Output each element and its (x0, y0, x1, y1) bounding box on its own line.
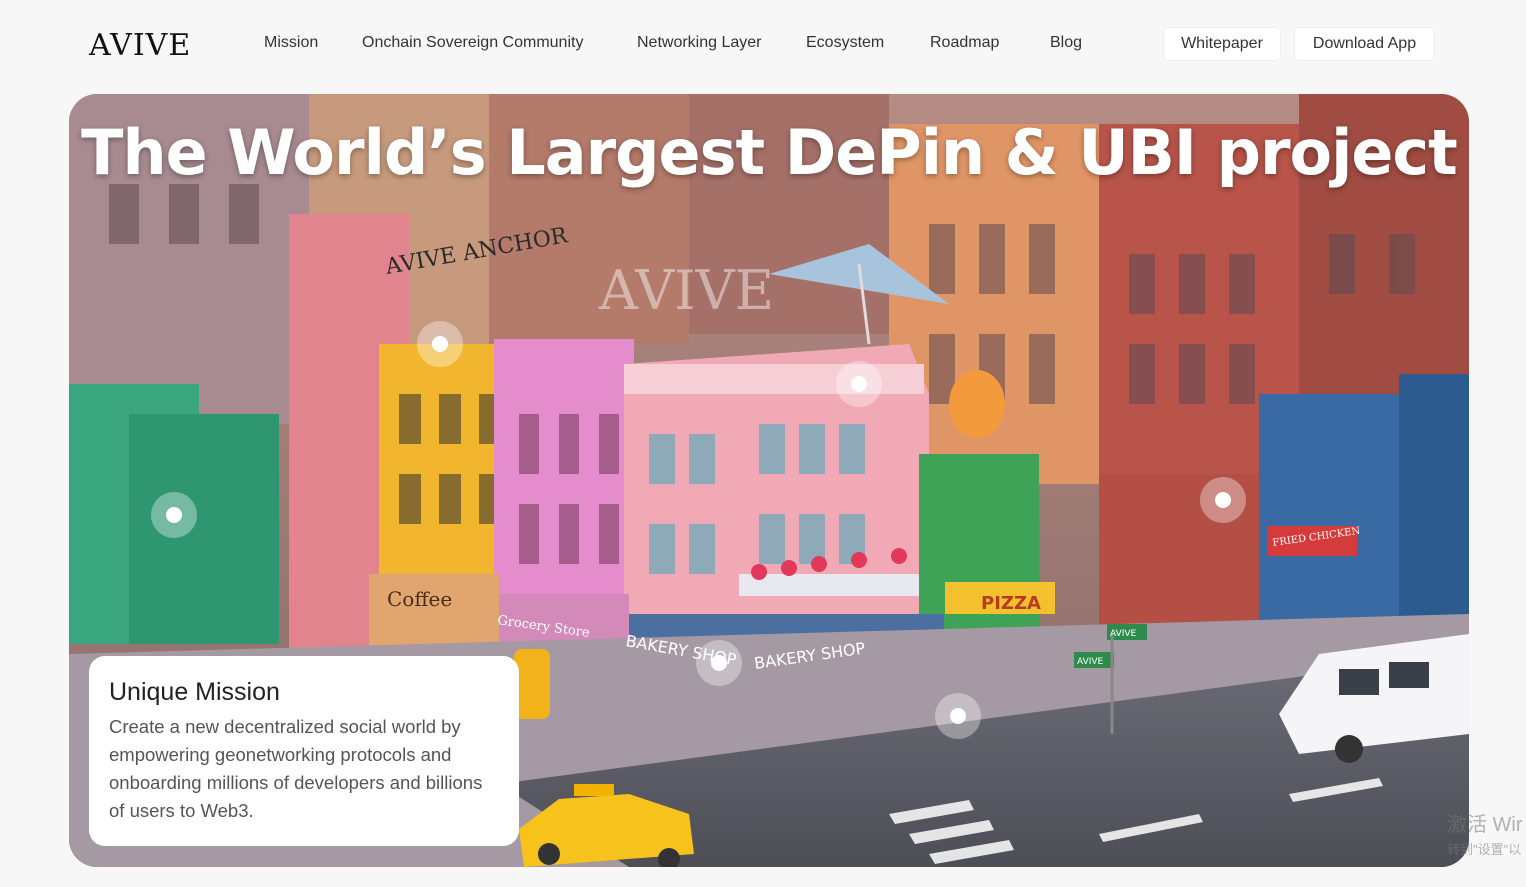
watermark-line-2: 转到"设置"以 (1447, 842, 1522, 857)
nav-onchain-community[interactable]: Onchain Sovereign Community (362, 34, 583, 52)
os-activation-watermark: 激活 Wir 转到"设置"以 (1447, 808, 1523, 858)
watermark-line-1: 激活 Wir (1447, 814, 1523, 836)
avive-logo[interactable]: AVIVE (89, 24, 191, 66)
nav-ecosystem[interactable]: Ecosystem (806, 34, 884, 52)
map-hotspot-3[interactable] (151, 492, 197, 538)
logo-text: AVIVE (89, 27, 192, 63)
rooftop-avive-logo: AVIVE (598, 259, 774, 322)
coffee-sign: Coffee (387, 587, 452, 611)
mission-card: Unique Mission Create a new decentralize… (89, 656, 519, 846)
nav-mission[interactable]: Mission (264, 34, 318, 52)
map-hotspot-2[interactable] (836, 361, 882, 407)
nav-roadmap[interactable]: Roadmap (930, 34, 999, 52)
hero-banner: AVIVE ANCHOR Coffee Grocery Store BAKERY… (69, 94, 1469, 867)
nav-networking-layer[interactable]: Networking Layer (637, 34, 762, 52)
street-sign-1: AVIVE (1110, 629, 1137, 639)
site-header: AVIVE Mission Onchain Sovereign Communit… (0, 0, 1526, 88)
mission-description: Create a new decentralized social world … (109, 716, 483, 821)
map-hotspot-1[interactable] (417, 321, 463, 367)
map-hotspot-4[interactable] (1200, 477, 1246, 523)
map-hotspot-5[interactable] (696, 640, 742, 686)
nav-blog[interactable]: Blog (1050, 34, 1082, 52)
street-sign-2: AVIVE (1077, 657, 1104, 667)
pizza-sign: PIZZA (981, 593, 1041, 614)
download-app-button[interactable]: Download App (1295, 28, 1434, 60)
whitepaper-button[interactable]: Whitepaper (1164, 28, 1280, 60)
map-hotspot-6[interactable] (935, 693, 981, 739)
hero-title: The World’s Largest DePin & UBI project (81, 116, 1458, 189)
mission-title: Unique Mission (109, 678, 280, 706)
